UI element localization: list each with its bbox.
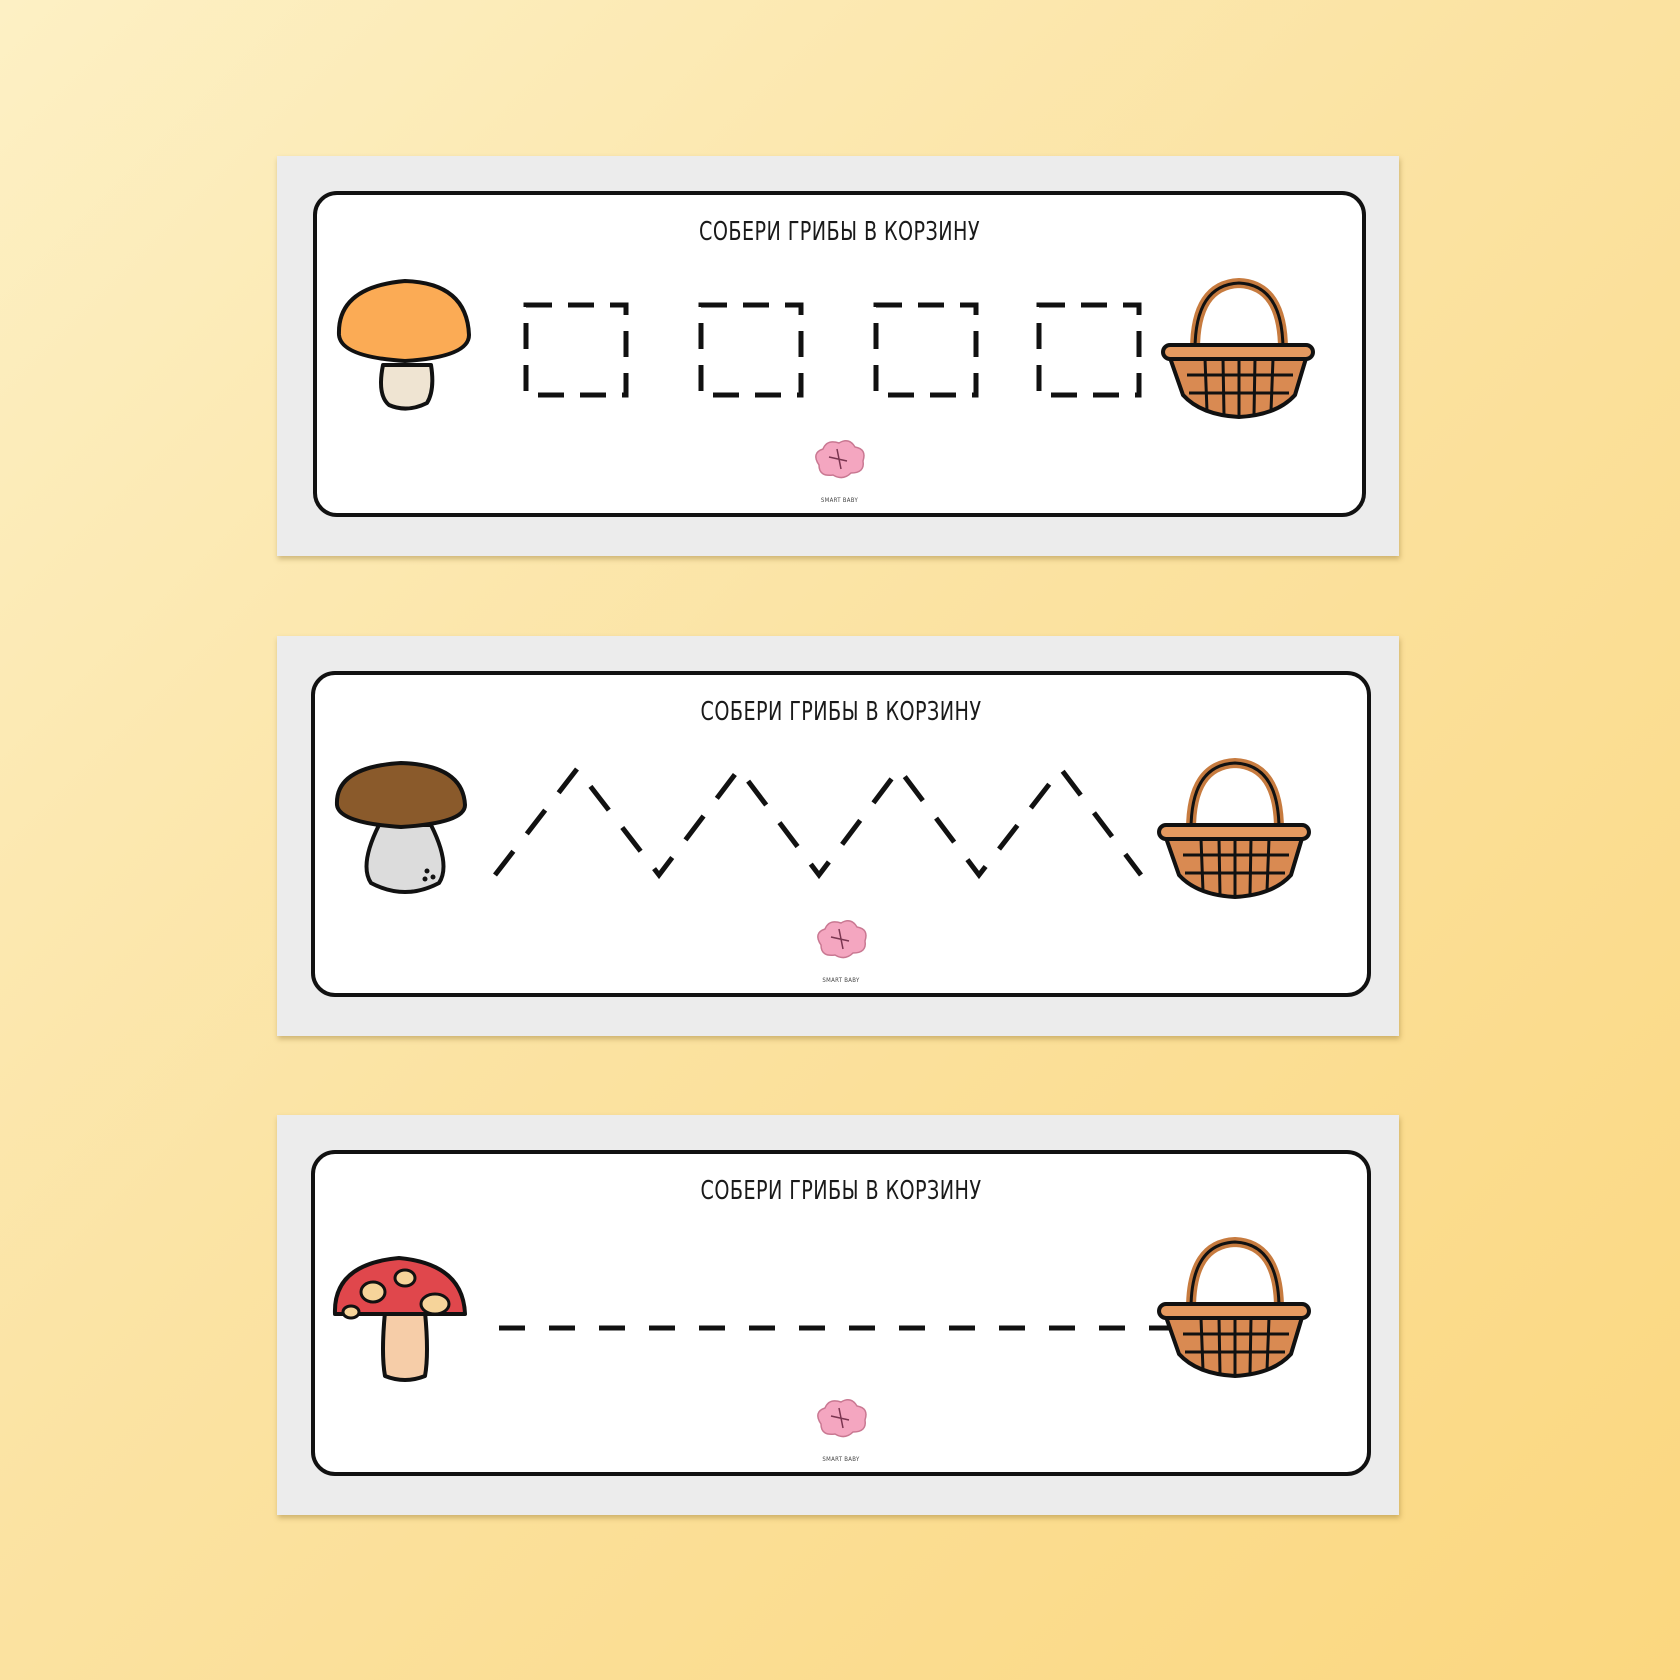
- worksheet-frame: СОБЕРИ ГРИБЫ В КОРЗИНУ SMART BABY: [311, 1150, 1371, 1476]
- smart-baby-logo-icon: [815, 440, 865, 479]
- dashed-squares-path: [523, 302, 1142, 398]
- orange-cap-mushroom-icon: [336, 279, 471, 411]
- worksheet-card-3: СОБЕРИ ГРИБЫ В КОРЗИНУ SMART BABY: [277, 1115, 1399, 1515]
- brand-label: SMART BABY: [822, 1456, 860, 1463]
- basket-icon: [1157, 758, 1311, 899]
- brand-label: SMART BABY: [820, 497, 859, 504]
- worksheet-frame: СОБЕРИ ГРИБЫ В КОРЗИНУ SMART BABY: [311, 671, 1371, 997]
- basket-icon: [1157, 1237, 1311, 1378]
- basket-icon: [1161, 278, 1315, 419]
- worksheet-card-1: СОБЕРИ ГРИБЫ В КОРЗИНУ SMART BABY: [277, 156, 1399, 556]
- smart-baby-logo-icon: [817, 920, 867, 959]
- dashed-zigzag-path: [493, 764, 1143, 880]
- worksheet-artwork: [334, 758, 1311, 959]
- worksheet-frame: СОБЕРИ ГРИБЫ В КОРЗИНУ SMART BABY: [313, 191, 1366, 517]
- worksheet-card-2: СОБЕРИ ГРИБЫ В КОРЗИНУ SMART BABY: [277, 636, 1399, 1036]
- worksheet-artwork: [336, 278, 1315, 479]
- fly-agaric-mushroom-icon: [332, 1256, 467, 1382]
- porcini-mushroom-icon: [334, 761, 467, 894]
- worksheet-artwork: [332, 1237, 1311, 1438]
- brand-label: SMART BABY: [822, 977, 860, 984]
- smart-baby-logo-icon: [817, 1399, 867, 1438]
